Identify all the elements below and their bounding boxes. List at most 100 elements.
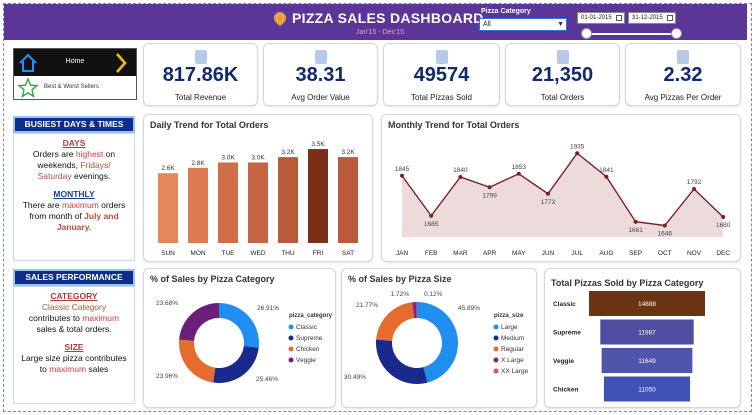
- sales-performance-panel: CATEGORY Classic Category contributes to…: [13, 286, 135, 404]
- bar: [278, 157, 298, 243]
- category-highlight: maximum: [82, 313, 120, 323]
- x-tick-label: FEB: [425, 250, 438, 257]
- x-tick-label: MON: [190, 250, 205, 257]
- legend-label: Veggie: [296, 357, 316, 364]
- data-point: [575, 151, 580, 156]
- slice-label: 21.77%: [356, 302, 378, 309]
- clipboard-icon: [556, 50, 569, 64]
- date-slider-track[interactable]: [586, 33, 676, 35]
- legend-label: X Large: [501, 357, 524, 364]
- data-point: [487, 185, 492, 190]
- daily-trend-title: Daily Trend for Total Orders: [150, 120, 269, 130]
- days-highlight: highest: [75, 149, 104, 159]
- data-label: 11987: [638, 330, 656, 337]
- legend-label: XX Large: [501, 368, 528, 375]
- date-to-input[interactable]: 31-12-2015: [628, 12, 676, 24]
- star-icon: [17, 77, 39, 99]
- data-point: [400, 173, 404, 178]
- bar: [308, 149, 328, 243]
- calendar-icon: [616, 15, 622, 21]
- slice-label: 30.49%: [344, 374, 366, 381]
- pizza-category-select[interactable]: All ▼: [479, 18, 567, 31]
- slice-label: 45.89%: [458, 305, 480, 312]
- calendar-icon: [667, 15, 673, 21]
- category-label: Classic: [553, 301, 576, 308]
- date-to-text: 31-12-2015: [632, 15, 663, 21]
- data-point: [692, 187, 696, 191]
- data-label: 1661: [628, 227, 643, 234]
- navigation-panel: Home Best & Worst Sellers: [13, 48, 137, 100]
- kpi-value: 2.32: [663, 64, 703, 86]
- kpi-value: 38.31: [295, 64, 346, 86]
- x-tick-label: MAY: [512, 250, 526, 257]
- category-donut-title: % of Sales by Pizza Category: [150, 274, 275, 284]
- legend-marker: [288, 324, 294, 330]
- kpi-value: 817.86K: [162, 64, 239, 86]
- kpi-label: Avg Order Value: [291, 93, 350, 102]
- data-label: 1935: [570, 143, 585, 150]
- data-label: 1799: [482, 192, 497, 199]
- best-worst-label: Best & Worst Sellers: [44, 84, 99, 90]
- data-label: 1792: [687, 179, 702, 186]
- data-point: [516, 171, 521, 176]
- x-tick-label: JAN: [396, 250, 409, 257]
- legend-label: Chicken: [296, 346, 320, 353]
- date-slider-start-handle[interactable]: [581, 28, 592, 39]
- category-label: Supreme: [553, 330, 581, 337]
- donut-slice: [179, 303, 219, 341]
- daily-trend-panel: Daily Trend for Total Orders 2.6K SUN 2.8K…: [143, 114, 373, 262]
- legend-marker: [493, 324, 499, 330]
- pizzas-by-category-chart: 14888 Classic 11987 Supreme 11649 Veggie 11050…: [553, 291, 705, 402]
- donut-slice: [376, 339, 428, 384]
- legend-label: Medium: [501, 335, 524, 342]
- kpi-label: Total Orders: [540, 93, 585, 102]
- category-label: Veggie: [553, 358, 574, 365]
- slice-label: 0.12%: [424, 291, 443, 298]
- kpi-label: Total Pizzas Sold: [411, 93, 472, 102]
- size-donut-chart: 45.89% 30.49% 21.77% 1.72% 0.12% pizza_size La…: [344, 291, 528, 384]
- date-subtitle: Jan'15 - Dec'15: [356, 29, 405, 36]
- data-label: 14888: [638, 301, 656, 308]
- legend-marker: [493, 335, 499, 341]
- kpi-label: Total Revenue: [174, 93, 227, 102]
- donut-slice: [376, 302, 415, 341]
- data-label: 3.0K: [221, 154, 235, 161]
- monthly-trend-title: Monthly Trend for Total Orders: [388, 120, 520, 130]
- home-nav-button[interactable]: Home: [14, 49, 136, 76]
- bar: [188, 167, 208, 243]
- x-tick-label: MAR: [453, 250, 468, 257]
- pizza-icon: [435, 50, 448, 64]
- data-label: 3.0K: [251, 154, 265, 161]
- pizzas-by-category-panel: Total Pizzas Sold by Pizza Category 1488…: [544, 268, 741, 408]
- legend-marker: [493, 368, 499, 374]
- monthly-text-1: There are: [22, 200, 62, 210]
- best-worst-nav-button[interactable]: Best & Worst Sellers: [14, 77, 136, 99]
- bar: [158, 173, 178, 243]
- days-text-1: Orders are: [32, 149, 76, 159]
- busiest-panel: DAYS Orders are highest on weekends, Fri…: [13, 133, 135, 261]
- data-label: 1680: [716, 222, 731, 229]
- size-text: Large size pizza contributes to maximum …: [14, 353, 134, 375]
- data-label: 2.6K: [161, 165, 175, 172]
- legend-marker: [288, 357, 294, 363]
- slice-label: 25.46%: [256, 376, 278, 383]
- legend-marker: [493, 346, 499, 352]
- days-heading: DAYS: [62, 138, 86, 148]
- legend-label: Large: [501, 324, 518, 331]
- legend-title: pizza_category: [289, 313, 333, 319]
- date-slider-end-handle[interactable]: [671, 28, 682, 39]
- category-name: Classic Category: [41, 302, 107, 312]
- data-label: 11649: [638, 358, 656, 365]
- data-label: 3.2K: [281, 149, 295, 156]
- money-bag-icon: [194, 50, 207, 64]
- x-tick-label: TUE: [222, 250, 236, 257]
- kpi-card-avg-order-value: 38.31 Avg Order Value: [263, 43, 378, 106]
- pizza-logo-icon: [271, 9, 289, 27]
- x-tick-label: APR: [483, 250, 497, 257]
- date-from-input[interactable]: 01-01-2015: [577, 12, 625, 24]
- kpi-value: 21,350: [531, 64, 594, 86]
- category-label: Chicken: [553, 387, 578, 394]
- data-label: 1646: [658, 231, 673, 238]
- area-fill: [402, 153, 724, 237]
- legend-label: Regular: [501, 346, 525, 353]
